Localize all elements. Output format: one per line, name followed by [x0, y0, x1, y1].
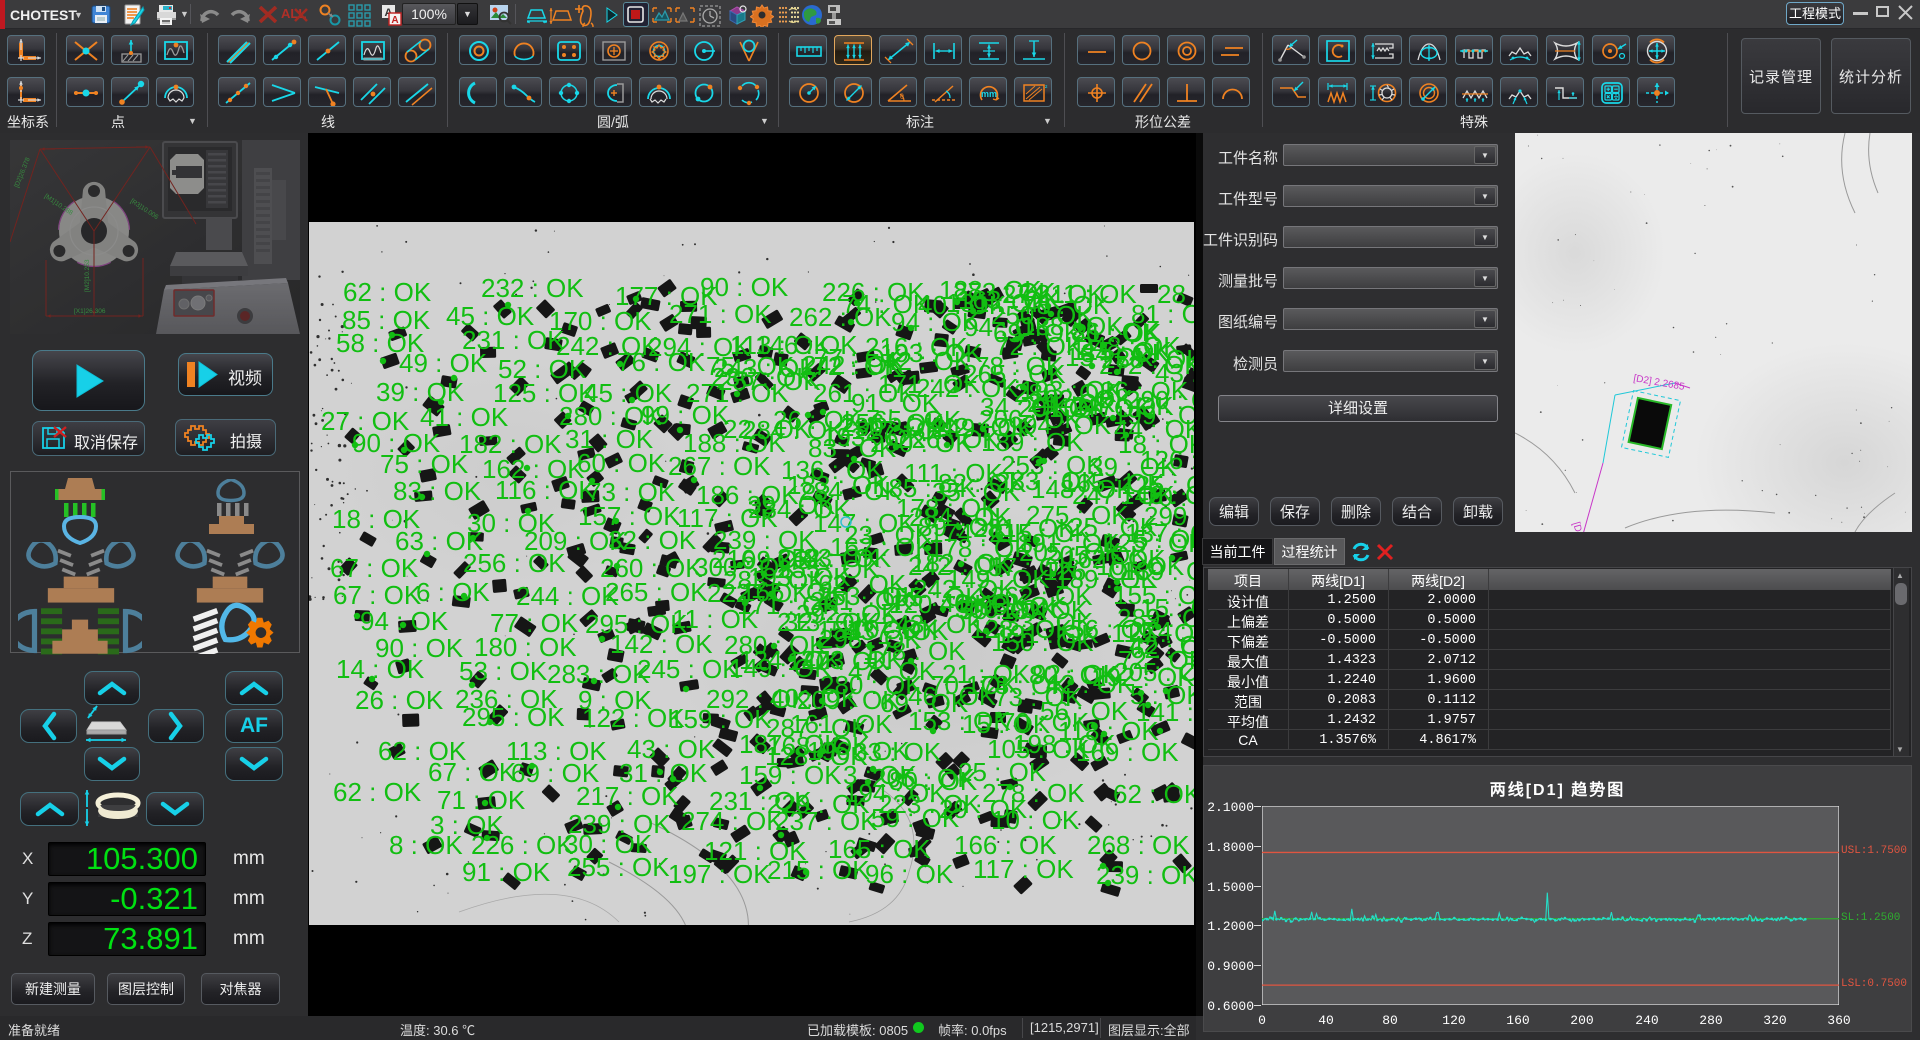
svg-text:119 : OK: 119 : OK	[1111, 618, 1194, 648]
svg-text:148 : OK: 148 : OK	[1031, 474, 1134, 504]
svg-text:94 : OK: 94 : OK	[360, 606, 449, 636]
svg-text:θ: θ	[900, 94, 904, 101]
svg-text:295 : OK: 295 : OK	[462, 702, 565, 732]
svg-text:69 : OK: 69 : OK	[880, 688, 969, 718]
svg-text:62 : OK: 62 : OK	[333, 777, 422, 807]
svg-text:183 : OK: 183 : OK	[787, 470, 890, 500]
svg-text:67 : OK: 67 : OK	[428, 757, 517, 787]
svg-text:62 : OK: 62 : OK	[1113, 779, 1194, 809]
svg-text:62 : OK: 62 : OK	[343, 277, 432, 307]
svg-text:26 : OK: 26 : OK	[355, 685, 444, 715]
svg-text:215 : OK: 215 : OK	[767, 855, 870, 885]
svg-text:244 : OK: 244 : OK	[516, 581, 619, 611]
svg-text:91 : OK: 91 : OK	[462, 857, 551, 887]
svg-text:217 : OK: 217 : OK	[576, 781, 679, 811]
svg-text:252 : OK: 252 : OK	[777, 543, 880, 573]
svg-text:mm: mm	[981, 89, 997, 99]
svg-text:32 : OK: 32 : OK	[608, 525, 697, 555]
svg-text:40 : OK: 40 : OK	[770, 683, 859, 713]
svg-text:126 : OK: 126 : OK	[1140, 445, 1194, 475]
svg-text:80 : OK: 80 : OK	[889, 766, 978, 796]
svg-text:83 : OK: 83 : OK	[393, 476, 482, 506]
svg-text:280 : OK: 280 : OK	[1014, 378, 1117, 408]
svg-text:8 : OK: 8 : OK	[389, 830, 463, 860]
svg-text:53 : OK: 53 : OK	[459, 656, 548, 686]
svg-text:90 : OK: 90 : OK	[700, 272, 789, 302]
svg-text:75 : OK: 75 : OK	[380, 449, 469, 479]
svg-text:89 : OK: 89 : OK	[918, 512, 1007, 542]
svg-text:268 : OK: 268 : OK	[1087, 830, 1190, 860]
svg-text:15 : OK: 15 : OK	[962, 709, 1051, 739]
svg-text:60 : OK: 60 : OK	[577, 448, 666, 478]
svg-text:271 : OK: 271 : OK	[669, 299, 772, 329]
svg-text:226 : OK: 226 : OK	[471, 830, 574, 860]
svg-text:232 : OK: 232 : OK	[481, 273, 584, 303]
svg-text:99 : OK: 99 : OK	[641, 400, 730, 430]
svg-text:197 : OK: 197 : OK	[668, 859, 771, 889]
svg-text:284 : OK: 284 : OK	[742, 415, 845, 445]
svg-text:201 : OK: 201 : OK	[810, 586, 913, 616]
svg-text:A: A	[391, 15, 398, 26]
svg-text:290 : OK: 290 : OK	[1126, 385, 1194, 415]
svg-text:76 : OK: 76 : OK	[617, 347, 706, 377]
svg-text:14 : OK: 14 : OK	[336, 654, 425, 684]
svg-text:267 : OK: 267 : OK	[668, 451, 771, 481]
svg-text:229 : OK: 229 : OK	[767, 789, 870, 819]
svg-text:149 : OK: 149 : OK	[729, 653, 832, 683]
svg-text:96 : OK: 96 : OK	[865, 859, 954, 889]
svg-text:67 : OK: 67 : OK	[330, 553, 419, 583]
svg-text:239 : OK: 239 : OK	[1096, 860, 1194, 890]
svg-text:56 : OK: 56 : OK	[1040, 696, 1129, 726]
svg-text:255 : OK: 255 : OK	[567, 852, 670, 882]
svg-text:245 : OK: 245 : OK	[637, 654, 740, 684]
svg-text:265 : OK: 265 : OK	[605, 577, 708, 607]
svg-text:75 : OK: 75 : OK	[706, 351, 795, 381]
svg-text:205 : OK: 205 : OK	[1045, 540, 1148, 570]
svg-text:50 : OK: 50 : OK	[959, 595, 1048, 625]
svg-text:6 : OK: 6 : OK	[416, 577, 490, 607]
svg-text:80 : OK: 80 : OK	[1029, 660, 1118, 690]
svg-text:²: ²	[1045, 85, 1048, 92]
svg-text:117 : OK: 117 : OK	[973, 854, 1074, 884]
svg-text:262 : OK: 262 : OK	[789, 302, 892, 332]
svg-text:256 : OK: 256 : OK	[463, 548, 566, 578]
svg-text:49 : OK: 49 : OK	[399, 348, 488, 378]
